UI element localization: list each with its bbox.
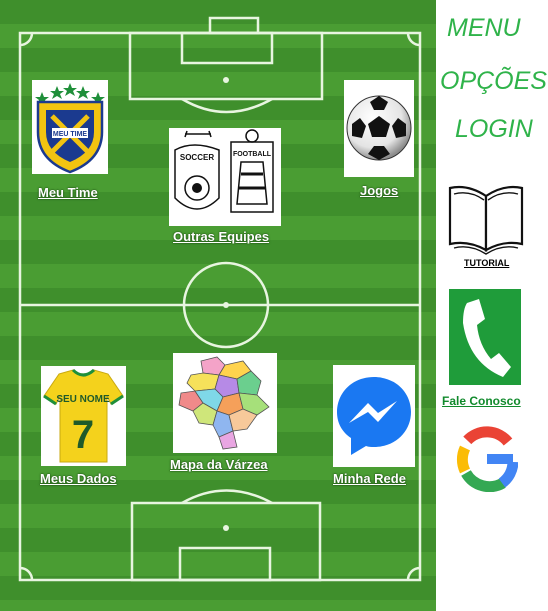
football-badge-text: FOOTBALL — [233, 151, 272, 158]
minha-rede-tile[interactable] — [333, 365, 415, 467]
sidebar: MENU OPÇÕES LOGIN TUTORIAL Fale Conosco — [436, 0, 548, 611]
phone-tile[interactable] — [449, 289, 521, 385]
soccer-ball-icon — [344, 80, 414, 177]
jersey-number-text: 7 — [72, 413, 94, 457]
jogos-tile[interactable] — [344, 80, 414, 177]
messenger-icon — [333, 365, 415, 467]
meu-time-link[interactable]: Meu Time — [38, 185, 98, 200]
jogos-link[interactable]: Jogos — [360, 183, 398, 198]
mapa-varzea-link[interactable]: Mapa da Várzea — [170, 457, 268, 472]
mapa-varzea-tile[interactable] — [173, 353, 277, 453]
meus-dados-link[interactable]: Meus Dados — [40, 471, 117, 486]
login-link[interactable]: LOGIN — [455, 115, 533, 144]
tutorial-label: TUTORIAL — [464, 258, 510, 268]
team-badges-icon: SOCCER FOOTBALL — [169, 128, 281, 226]
cbf-crest-icon: MEU TIME — [32, 80, 108, 174]
outras-equipes-link[interactable]: Outras Equipes — [173, 229, 269, 244]
football-field: MEU TIME Meu Time SOCCER FOOTBALL Outras… — [0, 0, 436, 611]
fale-conosco-link[interactable]: Fale Conosco — [442, 394, 521, 408]
google-login-button[interactable] — [454, 426, 519, 493]
region-map-icon — [173, 353, 277, 453]
outras-equipes-tile[interactable]: SOCCER FOOTBALL — [169, 128, 281, 226]
tutorial-button[interactable]: TUTORIAL — [446, 178, 526, 274]
meu-time-tile[interactable]: MEU TIME — [32, 80, 108, 174]
crest-text: MEU TIME — [53, 131, 88, 138]
jersey-icon: SEU NOME 7 — [41, 366, 126, 466]
meus-dados-tile[interactable]: SEU NOME 7 — [41, 366, 126, 466]
google-icon — [454, 426, 519, 493]
jersey-name-text: SEU NOME — [56, 394, 110, 405]
phone-icon — [463, 299, 511, 377]
book-icon — [448, 185, 524, 255]
opcoes-link[interactable]: OPÇÕES — [440, 67, 547, 96]
minha-rede-link[interactable]: Minha Rede — [333, 471, 406, 486]
menu-heading[interactable]: MENU — [447, 14, 521, 43]
soccer-badge-text: SOCCER — [180, 153, 214, 162]
